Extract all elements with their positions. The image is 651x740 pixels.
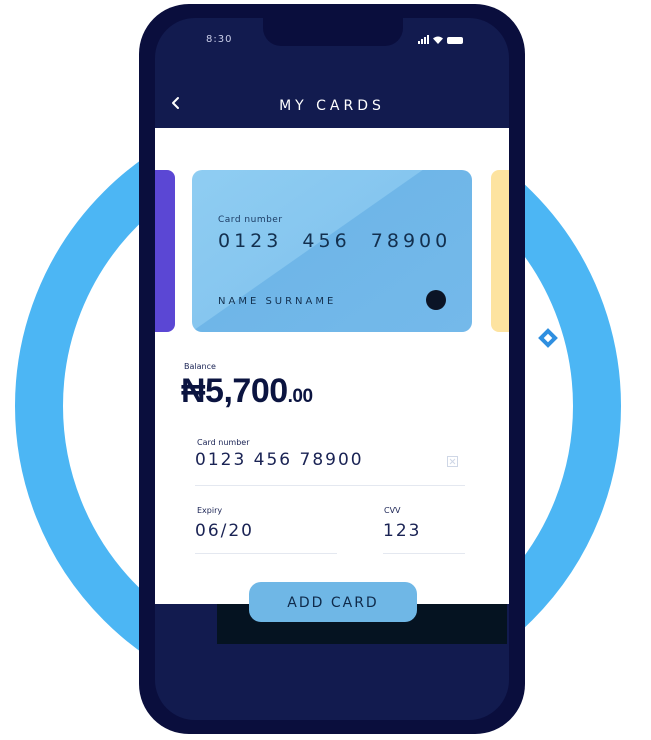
stage: 8:30 MY CARDS Card number 0123 456 78900… — [0, 0, 651, 740]
clear-icon[interactable] — [447, 456, 458, 467]
add-card-button[interactable]: ADD CARD — [249, 582, 417, 622]
page-title: MY CARDS — [279, 98, 385, 114]
card-chip-icon — [426, 290, 446, 310]
bank-card[interactable]: Card number 0123 456 78900 NAME SURNAME — [192, 170, 472, 332]
card-number-underline — [195, 485, 465, 486]
wifi-icon — [433, 36, 443, 44]
phone-screen: 8:30 MY CARDS Card number 0123 456 78900… — [155, 18, 509, 720]
status-time: 8:30 — [206, 34, 233, 45]
status-icons — [418, 34, 463, 44]
balance-main: ₦5,700 — [181, 372, 288, 410]
cvv-label: CVV — [384, 506, 401, 515]
content-panel: Card number 0123 456 78900 NAME SURNAME … — [155, 128, 509, 604]
card-number-field-label: Card number — [197, 438, 250, 447]
card-number-label: Card number — [218, 215, 283, 225]
phone-notch — [263, 18, 403, 46]
expiry-label: Expiry — [197, 506, 223, 515]
phone-frame: 8:30 MY CARDS Card number 0123 456 78900… — [139, 4, 525, 734]
cvv-underline — [383, 553, 465, 554]
card-number-input[interactable]: 0123 456 78900 — [195, 450, 364, 470]
balance-cents: .00 — [287, 386, 313, 407]
expiry-underline — [195, 553, 337, 554]
card-number: 0123 456 78900 — [218, 230, 452, 252]
card-carousel-next[interactable] — [491, 170, 509, 332]
balance-amount: ₦5,700.00 — [181, 372, 313, 411]
card-holder-name: NAME SURNAME — [218, 296, 337, 307]
balance-label: Balance — [184, 362, 216, 371]
signal-icon — [418, 35, 429, 44]
expiry-input[interactable]: 06/20 — [195, 521, 254, 541]
card-carousel-prev[interactable] — [155, 170, 175, 332]
battery-icon — [447, 37, 463, 44]
cvv-input[interactable]: 123 — [383, 521, 421, 541]
